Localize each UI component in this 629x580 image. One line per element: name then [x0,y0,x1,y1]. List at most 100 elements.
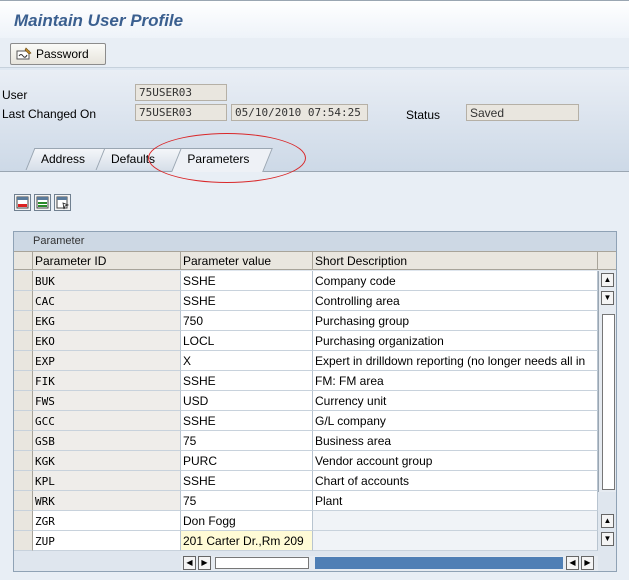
copy-row-button[interactable] [54,194,71,211]
parameter-value-cell[interactable]: 75 [181,491,313,511]
scroll-down-icon[interactable]: ▼ [601,291,614,305]
parameter-value-cell[interactable]: SSHE [181,471,313,491]
table-row[interactable]: KGK PURC Vendor account group [14,451,598,471]
short-description-cell: Currency unit [313,391,598,411]
tab-parameters[interactable]: Parameters [171,148,273,172]
row-selector[interactable] [14,411,33,431]
scroll-up-icon-2[interactable]: ▲ [601,514,614,528]
row-selector[interactable] [14,491,33,511]
tab-defaults[interactable]: Defaults [95,148,185,170]
parameter-value-cell[interactable]: X [181,351,313,371]
table-header: Parameter ID Parameter value Short Descr… [14,251,616,287]
row-selector[interactable] [14,271,33,291]
parameter-id-cell[interactable]: ZUP [33,531,181,551]
parameter-id-cell[interactable]: FIK [33,371,181,391]
status-field: Saved [466,104,579,121]
password-button[interactable]: Password [10,43,106,65]
table-row[interactable]: EKG 750 Purchasing group [14,311,598,331]
delete-row-button[interactable] [14,194,31,211]
scroll-right-icon-2[interactable]: ▶ [581,556,594,570]
table-row[interactable]: EKO LOCL Purchasing organization [14,331,598,351]
row-selector[interactable] [14,331,33,351]
parameter-id-cell[interactable]: EXP [33,351,181,371]
row-selector[interactable] [14,451,33,471]
application-toolbar: Password [0,38,629,68]
parameter-id-cell[interactable]: EKO [33,331,181,351]
scroll-up-icon[interactable]: ▲ [601,273,614,287]
parameter-id-cell[interactable]: BUK [33,271,181,291]
short-description-cell: Chart of accounts [313,471,598,491]
row-selector[interactable] [14,511,33,531]
row-selector[interactable] [14,371,33,391]
parameter-value-cell[interactable]: PURC [181,451,313,471]
table-row[interactable]: BUK SSHE Company code [14,271,598,291]
row-selector[interactable] [14,311,33,331]
column-header-parameter-value[interactable]: Parameter value [181,252,313,270]
row-selector[interactable] [14,471,33,491]
parameter-value-cell[interactable]: SSHE [181,271,313,291]
h-scroll-thumb-description[interactable] [315,557,563,569]
parameter-value-cell[interactable]: Don Fogg [181,511,313,531]
scroll-left-icon-2[interactable]: ◀ [566,556,579,570]
table-row[interactable]: ZUP 201 Carter Dr.,Rm 209 [14,531,598,551]
last-changed-time: 07:54:25 [307,106,361,119]
table-row[interactable]: FWS USD Currency unit [14,391,598,411]
parameter-id-cell[interactable]: WRK [33,491,181,511]
table-row[interactable]: KPL SSHE Chart of accounts [14,471,598,491]
parameter-id-cell[interactable]: FWS [33,391,181,411]
user-field: 75USER03 [135,84,227,101]
parameter-id-cell[interactable]: EKG [33,311,181,331]
parameter-value-cell[interactable]: 750 [181,311,313,331]
vertical-scrollbar[interactable]: ▲ ▼ [598,271,616,492]
parameter-id-cell[interactable]: KPL [33,471,181,491]
parameter-id-cell[interactable]: GCC [33,411,181,431]
parameter-value-cell[interactable]: SSHE [181,291,313,311]
h-scroll-thumb[interactable] [215,557,309,569]
parameter-value-cell[interactable]: LOCL [181,331,313,351]
horizontal-scrollbar-description[interactable]: ◀ ▶ [313,556,598,571]
scroll-left-icon[interactable]: ◀ [183,556,196,570]
table-row[interactable]: ZGR Don Fogg [14,511,598,531]
row-selector[interactable] [14,531,33,551]
last-changed-datetime-field: 05/10/2010 07:54:25 [231,104,368,121]
pen-signature-icon [16,47,32,60]
status-label: Status [406,108,441,122]
scroll-thumb[interactable] [602,314,615,490]
parameter-id-cell[interactable]: GSB [33,431,181,451]
table-row[interactable]: CAC SSHE Controlling area [14,291,598,311]
parameter-value-cell[interactable]: SSHE [181,371,313,391]
parameter-value-cell[interactable]: 75 [181,431,313,451]
parameter-id-cell[interactable]: KGK [33,451,181,471]
password-button-label: Password [36,47,89,61]
tab-address-label: Address [41,152,86,166]
column-header-parameter-id[interactable]: Parameter ID [33,252,181,270]
parameter-id-cell[interactable]: ZGR [33,511,181,531]
table-row[interactable]: EXP X Expert in drilldown reporting (no lo… [14,351,598,371]
short-description-cell: G/L company [313,411,598,431]
column-header-short-description[interactable]: Short Description [313,252,598,270]
table-row[interactable]: GCC SSHE G/L company [14,411,598,431]
short-description-cell: Company code [313,271,598,291]
scroll-down-icon-2[interactable]: ▼ [601,532,614,546]
last-changed-user-field: 75USER03 [135,104,227,121]
parameter-value-cell[interactable]: USD [181,391,313,411]
row-selector[interactable] [14,291,33,311]
horizontal-scrollbar-value[interactable]: ◀ ▶ [181,556,313,571]
title-bar: Maintain User Profile [0,0,629,38]
table-row[interactable]: WRK 75 Plant [14,491,598,511]
last-changed-date: 05/10/2010 [235,106,302,119]
row-selector[interactable] [14,351,33,371]
table-row[interactable]: FIK SSHE FM: FM area [14,371,598,391]
parameter-value-cell[interactable]: 201 Carter Dr.,Rm 209 [181,531,313,551]
select-all-header[interactable] [14,252,33,270]
parameter-id-cell[interactable]: CAC [33,291,181,311]
table-insert-icon [36,196,49,209]
row-selector[interactable] [14,431,33,451]
insert-row-button[interactable] [34,194,51,211]
short-description-cell: Vendor account group [313,451,598,471]
short-description-cell: Purchasing group [313,311,598,331]
table-row[interactable]: GSB 75 Business area [14,431,598,451]
scroll-right-icon[interactable]: ▶ [198,556,211,570]
row-selector[interactable] [14,391,33,411]
parameter-value-cell[interactable]: SSHE [181,411,313,431]
